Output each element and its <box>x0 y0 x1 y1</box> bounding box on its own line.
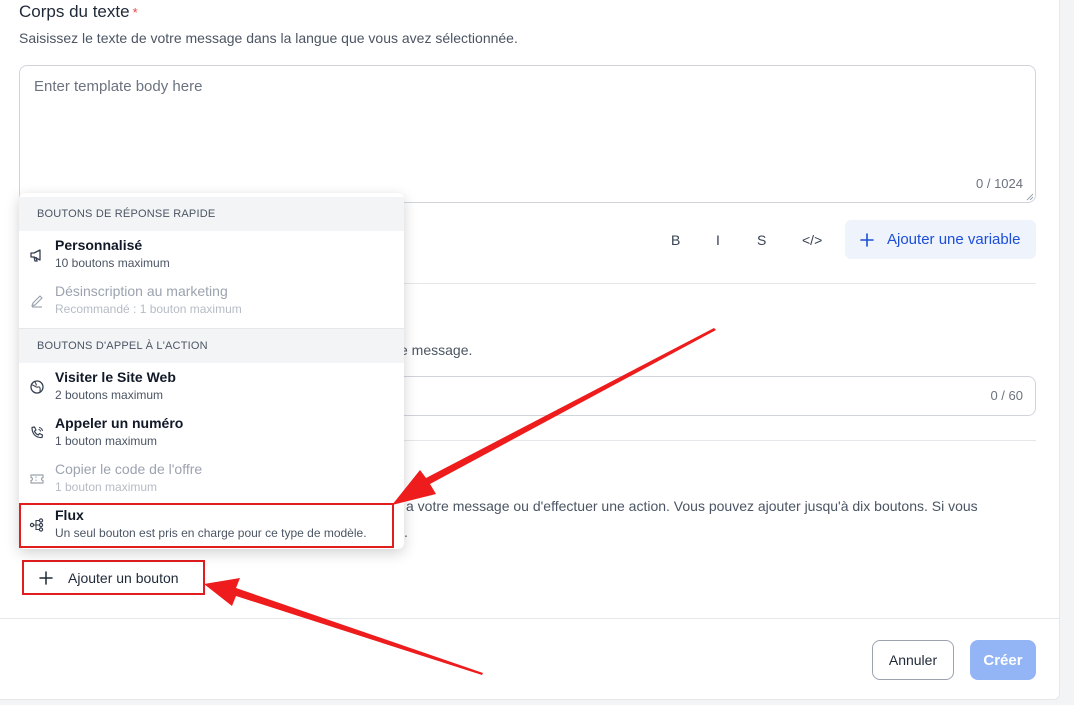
menu-item-label: Copier le code de l'offre <box>55 461 203 477</box>
add-button-dropdown-menu: BOUTONS DE RÉPONSE RAPIDE Personnalisé 1… <box>19 193 404 549</box>
body-section-title: Corps du texte * <box>19 2 138 21</box>
footer-text-input[interactable]: 0 / 60 <box>400 376 1036 416</box>
menu-item-sub: 1 bouton maximum <box>55 480 158 494</box>
menu-item-label: Personnalisé <box>55 237 143 253</box>
menu-item-visit-website[interactable]: Visiter le Site Web 2 boutons maximum <box>19 365 404 411</box>
pencil-icon <box>31 295 43 308</box>
footer-section-hint: e message. <box>400 342 473 358</box>
add-variable-label: Ajouter une variable <box>887 231 1021 248</box>
required-mark: * <box>132 5 138 20</box>
menu-item-sub: Recommandé : 1 bouton maximum <box>55 302 242 316</box>
body-char-counter: 0 / 1024 <box>976 176 1023 191</box>
menu-item-label: Appeler un numéro <box>55 415 184 431</box>
megaphone-icon <box>30 249 41 262</box>
menu-item-marketing-optout: Désinscription au marketing Recommandé :… <box>19 279 404 325</box>
resize-handle-icon[interactable] <box>1026 193 1034 201</box>
menu-item-label: Désinscription au marketing <box>55 283 228 299</box>
template-body-textarea[interactable]: Enter template body here 0 / 1024 <box>19 65 1036 203</box>
menu-item-copy-offer-code: Copier le code de l'offre 1 bouton maxim… <box>19 457 404 503</box>
buttons-section-hint: a votre message ou d'effectuer une actio… <box>406 498 978 514</box>
code-button[interactable]: </> <box>802 232 822 248</box>
globe-icon <box>30 380 44 394</box>
add-button-label: Ajouter un bouton <box>68 569 179 586</box>
flux-highlight-box <box>19 503 394 548</box>
add-variable-button[interactable]: Ajouter une variable <box>845 220 1036 259</box>
italic-button[interactable]: I <box>716 232 720 248</box>
plus-icon <box>860 232 874 247</box>
section-divider <box>400 283 1036 284</box>
menu-item-custom[interactable]: Personnalisé 10 boutons maximum <box>19 233 404 279</box>
add-button-button[interactable]: Ajouter un bouton <box>22 560 205 595</box>
phone-icon <box>31 426 44 439</box>
footer-char-counter: 0 / 60 <box>990 388 1023 403</box>
menu-item-call-number[interactable]: Appeler un numéro 1 bouton maximum <box>19 411 404 457</box>
menu-item-sub: 2 boutons maximum <box>55 388 164 402</box>
create-button[interactable]: Créer <box>970 640 1036 680</box>
section-divider <box>400 440 1036 441</box>
bold-button[interactable]: B <box>671 232 680 248</box>
cta-section-header: BOUTONS D'APPEL À L'ACTION <box>19 329 404 363</box>
plus-icon <box>39 570 53 585</box>
strikethrough-button[interactable]: S <box>757 232 766 248</box>
ticket-icon <box>30 474 44 484</box>
menu-item-label: Visiter le Site Web <box>55 369 176 385</box>
menu-item-sub: 1 bouton maximum <box>55 434 158 448</box>
footer-divider <box>0 618 1060 619</box>
quick-reply-section-header: BOUTONS DE RÉPONSE RAPIDE <box>19 197 404 231</box>
buttons-section-hint-end: . <box>404 524 408 540</box>
body-section-hint: Saisissez le texte de votre message dans… <box>19 30 518 46</box>
menu-item-sub: 10 boutons maximum <box>55 256 170 270</box>
template-body-placeholder: Enter template body here <box>34 78 203 95</box>
cancel-button[interactable]: Annuler <box>872 640 954 680</box>
